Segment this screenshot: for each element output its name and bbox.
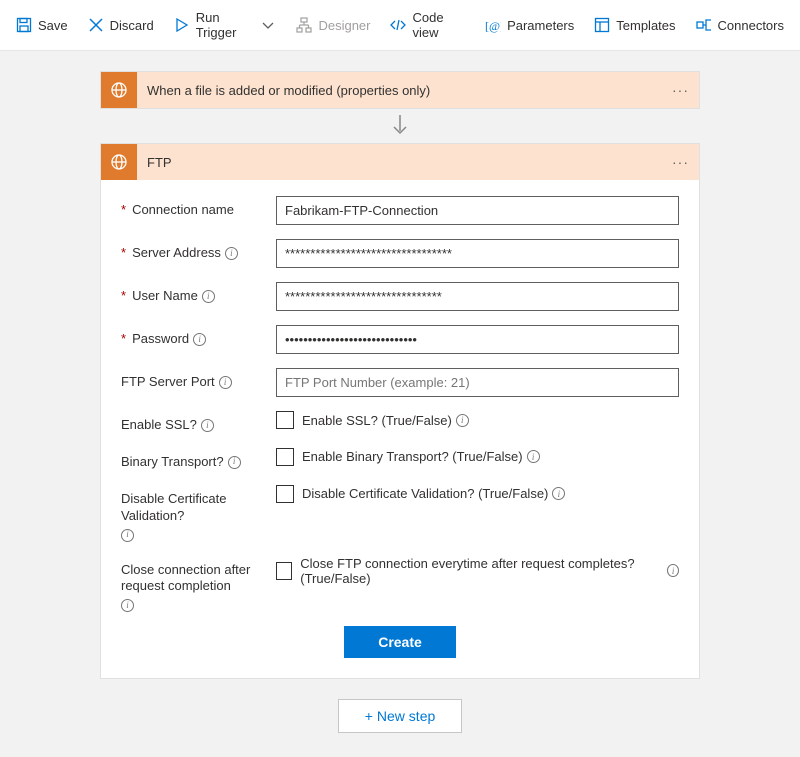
trigger-menu-button[interactable]: ··· <box>662 82 699 98</box>
new-step-label: New step <box>377 708 435 724</box>
code-view-label: Code view <box>412 10 465 40</box>
trigger-title: When a file is added or modified (proper… <box>137 83 662 98</box>
connectors-icon <box>696 17 712 33</box>
ftp-port-label: FTP Server Port i <box>121 368 276 391</box>
discard-icon <box>88 17 104 33</box>
chevron-down-icon <box>260 17 276 33</box>
code-icon <box>390 17 406 33</box>
designer-icon <box>296 17 312 33</box>
ftp-title: FTP <box>137 155 662 170</box>
save-button[interactable]: Save <box>8 13 76 37</box>
new-step-button[interactable]: + New step <box>338 699 463 733</box>
parameters-button[interactable]: [@] Parameters <box>477 13 582 37</box>
run-trigger-button[interactable]: Run Trigger <box>166 6 285 44</box>
designer-canvas: When a file is added or modified (proper… <box>0 51 800 757</box>
server-address-label: *Server Address i <box>121 239 276 262</box>
disable-cert-label: Disable Certificate Validation? i <box>121 485 276 542</box>
templates-button[interactable]: Templates <box>586 13 683 37</box>
ftp-form: *Connection name *Server Address i *User… <box>101 180 699 678</box>
password-label: *Password i <box>121 325 276 348</box>
globe-icon <box>101 144 137 180</box>
toolbar: Save Discard Run Trigger Designer Code v… <box>0 0 800 51</box>
info-icon[interactable]: i <box>201 419 214 432</box>
play-icon <box>174 17 190 33</box>
close-conn-checkbox-label: Close FTP connection everytime after req… <box>300 556 679 586</box>
svg-text:[@]: [@] <box>485 19 501 33</box>
globe-icon <box>101 72 137 108</box>
binary-transport-checkbox[interactable] <box>276 448 294 466</box>
info-icon[interactable]: i <box>121 599 134 612</box>
create-button[interactable]: Create <box>344 626 456 658</box>
designer-label: Designer <box>318 18 370 33</box>
connector-arrow <box>390 115 410 137</box>
enable-ssl-checkbox[interactable] <box>276 411 294 429</box>
info-icon[interactable]: i <box>219 376 232 389</box>
binary-transport-label: Binary Transport? i <box>121 448 276 471</box>
run-trigger-label: Run Trigger <box>196 10 253 40</box>
close-conn-label: Close connection after request completio… <box>121 556 276 613</box>
discard-label: Discard <box>110 18 154 33</box>
save-icon <box>16 17 32 33</box>
info-icon[interactable]: i <box>202 290 215 303</box>
info-icon[interactable]: i <box>552 487 565 500</box>
info-icon[interactable]: i <box>667 564 679 577</box>
save-label: Save <box>38 18 68 33</box>
server-address-input[interactable] <box>276 239 679 268</box>
user-name-input[interactable] <box>276 282 679 311</box>
templates-label: Templates <box>616 18 675 33</box>
enable-ssl-label: Enable SSL? i <box>121 411 276 434</box>
discard-button[interactable]: Discard <box>80 13 162 37</box>
connection-name-label: *Connection name <box>121 196 276 219</box>
trigger-header: When a file is added or modified (proper… <box>101 72 699 108</box>
code-view-button[interactable]: Code view <box>382 6 473 44</box>
ftp-menu-button[interactable]: ··· <box>662 154 699 170</box>
plus-icon: + <box>365 708 373 724</box>
disable-cert-checkbox-label: Disable Certificate Validation? (True/Fa… <box>302 486 565 501</box>
enable-ssl-checkbox-label: Enable SSL? (True/False) i <box>302 413 469 428</box>
parameters-icon: [@] <box>485 17 501 33</box>
connectors-button[interactable]: Connectors <box>688 13 792 37</box>
user-name-label: *User Name i <box>121 282 276 305</box>
info-icon[interactable]: i <box>228 456 241 469</box>
info-icon[interactable]: i <box>121 529 134 542</box>
connection-name-input[interactable] <box>276 196 679 225</box>
close-conn-checkbox[interactable] <box>276 562 292 580</box>
info-icon[interactable]: i <box>456 414 469 427</box>
disable-cert-checkbox[interactable] <box>276 485 294 503</box>
password-input[interactable] <box>276 325 679 354</box>
designer-button: Designer <box>288 13 378 37</box>
parameters-label: Parameters <box>507 18 574 33</box>
ftp-header[interactable]: FTP ··· <box>101 144 699 180</box>
trigger-card[interactable]: When a file is added or modified (proper… <box>100 71 700 109</box>
info-icon[interactable]: i <box>225 247 238 260</box>
connectors-label: Connectors <box>718 18 784 33</box>
info-icon[interactable]: i <box>193 333 206 346</box>
ftp-action-card: FTP ··· *Connection name *Server Address… <box>100 143 700 679</box>
ftp-port-input[interactable] <box>276 368 679 397</box>
info-icon[interactable]: i <box>527 450 540 463</box>
binary-transport-checkbox-label: Enable Binary Transport? (True/False) i <box>302 449 540 464</box>
templates-icon <box>594 17 610 33</box>
